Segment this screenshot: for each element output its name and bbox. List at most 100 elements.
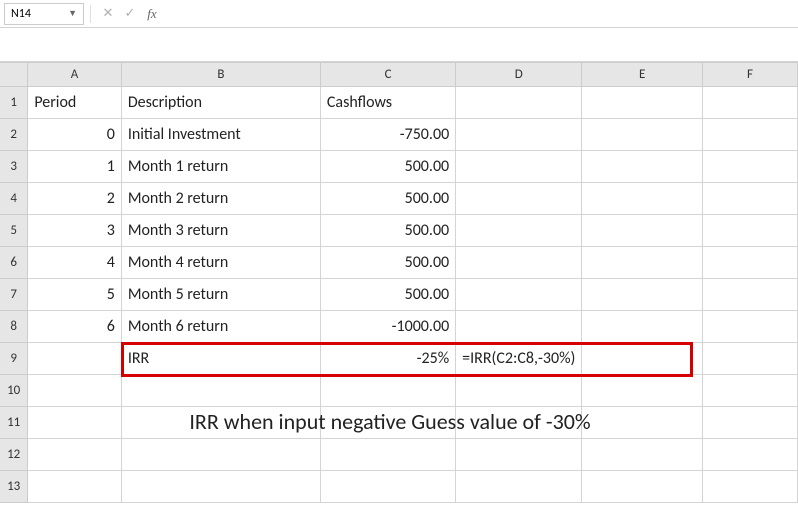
cell-F13[interactable]: [703, 471, 798, 503]
cell-C2[interactable]: -750.00: [320, 119, 455, 151]
cell-C12[interactable]: [320, 439, 455, 471]
cell-F1[interactable]: [703, 87, 798, 119]
cell-A9[interactable]: [28, 343, 122, 375]
row-header[interactable]: 9: [0, 343, 28, 375]
cell-F2[interactable]: [703, 119, 798, 151]
cell-E4[interactable]: [582, 183, 703, 215]
cell-B6[interactable]: Month 4 return: [121, 247, 320, 279]
cell-A8[interactable]: 6: [28, 311, 122, 343]
cell-D3[interactable]: [456, 151, 582, 183]
cell-A10[interactable]: [28, 375, 122, 407]
col-header-B[interactable]: B: [121, 63, 320, 87]
fx-icon[interactable]: fx: [141, 3, 163, 25]
cell-F10[interactable]: [703, 375, 798, 407]
cell-F5[interactable]: [703, 215, 798, 247]
row-header[interactable]: 8: [0, 311, 28, 343]
col-header-A[interactable]: A: [28, 63, 122, 87]
row-header[interactable]: 3: [0, 151, 28, 183]
cell-E13[interactable]: [582, 471, 703, 503]
row-header[interactable]: 6: [0, 247, 28, 279]
cell-A7[interactable]: 5: [28, 279, 122, 311]
table-row[interactable]: 64Month 4 return500.00: [0, 247, 798, 279]
chevron-down-icon[interactable]: ▼: [68, 8, 77, 19]
cell-F6[interactable]: [703, 247, 798, 279]
col-header-F[interactable]: F: [703, 63, 798, 87]
table-row[interactable]: 75Month 5 return500.00: [0, 279, 798, 311]
cell-D6[interactable]: [456, 247, 582, 279]
cell-D13[interactable]: [456, 471, 582, 503]
cell-A13[interactable]: [28, 471, 122, 503]
row-header[interactable]: 4: [0, 183, 28, 215]
cell-F8[interactable]: [703, 311, 798, 343]
cell-E1[interactable]: [582, 87, 703, 119]
cell-A6[interactable]: 4: [28, 247, 122, 279]
cell-B10[interactable]: [121, 375, 320, 407]
cell-D2[interactable]: [456, 119, 582, 151]
row-header[interactable]: 2: [0, 119, 28, 151]
cell-B8[interactable]: Month 6 return: [121, 311, 320, 343]
cell-B13[interactable]: [121, 471, 320, 503]
cell-E3[interactable]: [582, 151, 703, 183]
cell-C3[interactable]: 500.00: [320, 151, 455, 183]
cell-B2[interactable]: Initial Investment: [121, 119, 320, 151]
cell-A11[interactable]: [28, 407, 122, 439]
cell-C1[interactable]: Cashflows: [320, 87, 455, 119]
cell-E11[interactable]: [582, 407, 703, 439]
cell-F12[interactable]: [703, 439, 798, 471]
cell-F9[interactable]: [703, 343, 798, 375]
cell-B1[interactable]: Description: [121, 87, 320, 119]
table-row[interactable]: 13: [0, 471, 798, 503]
select-all-corner[interactable]: [0, 63, 28, 87]
cell-F4[interactable]: [703, 183, 798, 215]
column-headers[interactable]: A B C D E F: [0, 63, 798, 87]
cell-D12[interactable]: [456, 439, 582, 471]
cell-D5[interactable]: [456, 215, 582, 247]
cell-D4[interactable]: [456, 183, 582, 215]
cancel-icon[interactable]: ✕: [97, 3, 119, 25]
confirm-icon[interactable]: ✓: [119, 3, 141, 25]
cell-A5[interactable]: 3: [28, 215, 122, 247]
cell-E8[interactable]: [582, 311, 703, 343]
row-header[interactable]: 7: [0, 279, 28, 311]
col-header-D[interactable]: D: [456, 63, 582, 87]
cell-C5[interactable]: 500.00: [320, 215, 455, 247]
cell-E12[interactable]: [582, 439, 703, 471]
cell-E10[interactable]: [582, 375, 703, 407]
cell-C11[interactable]: [320, 407, 455, 439]
row-header[interactable]: 5: [0, 215, 28, 247]
cell-C13[interactable]: [320, 471, 455, 503]
table-row[interactable]: 86Month 6 return-1000.00: [0, 311, 798, 343]
cell-D10[interactable]: [456, 375, 582, 407]
table-row[interactable]: 53Month 3 return500.00: [0, 215, 798, 247]
cell-C4[interactable]: 500.00: [320, 183, 455, 215]
row-header[interactable]: 12: [0, 439, 28, 471]
cell-A2[interactable]: 0: [28, 119, 122, 151]
row-header[interactable]: 10: [0, 375, 28, 407]
col-header-E[interactable]: E: [582, 63, 703, 87]
table-row[interactable]: 11: [0, 407, 798, 439]
cell-B5[interactable]: Month 3 return: [121, 215, 320, 247]
cell-F11[interactable]: [703, 407, 798, 439]
table-row[interactable]: 20Initial Investment-750.00: [0, 119, 798, 151]
cell-B4[interactable]: Month 2 return: [121, 183, 320, 215]
cell-C10[interactable]: [320, 375, 455, 407]
cell-A4[interactable]: 2: [28, 183, 122, 215]
cell-E5[interactable]: [582, 215, 703, 247]
cell-A1[interactable]: Period: [28, 87, 122, 119]
formula-input[interactable]: [163, 3, 794, 25]
cell-D1[interactable]: [456, 87, 582, 119]
cell-C7[interactable]: 500.00: [320, 279, 455, 311]
table-row[interactable]: 10: [0, 375, 798, 407]
name-box[interactable]: N14 ▼: [4, 3, 84, 25]
cell-B11[interactable]: [121, 407, 320, 439]
col-header-C[interactable]: C: [320, 63, 455, 87]
cell-C9[interactable]: -25%: [320, 343, 455, 375]
cell-F3[interactable]: [703, 151, 798, 183]
row-header[interactable]: 13: [0, 471, 28, 503]
cell-D7[interactable]: [456, 279, 582, 311]
cell-E9[interactable]: [582, 343, 703, 375]
cell-B7[interactable]: Month 5 return: [121, 279, 320, 311]
cell-D8[interactable]: [456, 311, 582, 343]
cell-B12[interactable]: [121, 439, 320, 471]
table-row[interactable]: 9IRR-25%=IRR(C2:C8,-30%): [0, 343, 798, 375]
